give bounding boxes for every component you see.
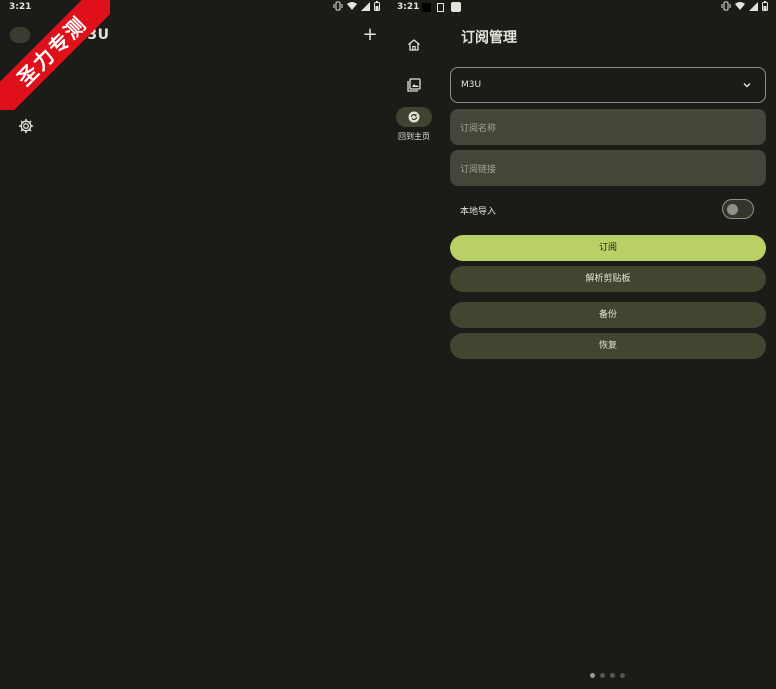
status-bar: 3:21: [0, 0, 388, 16]
page-dot[interactable]: [620, 673, 625, 678]
status-bar: 3:21: [388, 0, 776, 16]
gallery-icon[interactable]: [18, 78, 34, 94]
add-icon[interactable]: +: [362, 26, 378, 44]
watermark-text: 圣力专测: [0, 0, 110, 110]
refresh-icon: [408, 111, 420, 123]
vibrate-icon: [333, 1, 343, 11]
page-indicator: [590, 673, 625, 678]
status-icons: [721, 1, 768, 11]
page-title: M3U: [73, 27, 110, 43]
chevron-down-icon: [743, 83, 751, 88]
battery-icon: [762, 1, 768, 11]
status-icons: [333, 1, 380, 11]
type-select[interactable]: M3U: [450, 67, 766, 103]
watermark-ribbon: 圣力专测: [0, 0, 110, 110]
status-time: 3:21: [9, 2, 32, 12]
parse-clipboard-button[interactable]: 解析剪贴板: [450, 266, 766, 292]
type-select-value: M3U: [461, 80, 482, 90]
left-screen: 3:21 M3U + 圣力专测: [0, 0, 388, 689]
right-screen: 3:21 回到主页 订阅管理 M3U 订阅名称 订阅链接 本地导入 订阅 解析剪…: [388, 0, 776, 689]
rail-item-label: 回到主页: [398, 132, 430, 141]
rail-item-subscriptions[interactable]: [396, 107, 432, 127]
page-dot[interactable]: [600, 673, 605, 678]
signal-icon: [749, 1, 758, 11]
subscription-url-input[interactable]: 订阅链接: [450, 150, 766, 186]
local-import-label: 本地导入: [460, 207, 497, 217]
url-placeholder: 订阅链接: [460, 165, 497, 175]
restore-button[interactable]: 恢复: [450, 333, 766, 359]
battery-icon: [374, 1, 380, 11]
wifi-icon: [347, 2, 357, 10]
subscribe-button[interactable]: 订阅: [450, 235, 766, 261]
notification-square-icon: [422, 3, 431, 12]
notification-sim-icon: [437, 3, 444, 12]
gallery-icon[interactable]: [406, 77, 422, 93]
backup-button[interactable]: 备份: [450, 302, 766, 328]
home-icon[interactable]: [406, 37, 422, 53]
notification-app-icon: [451, 2, 461, 12]
gear-icon[interactable]: [18, 118, 34, 134]
page-dot[interactable]: [610, 673, 615, 678]
subscription-name-input[interactable]: 订阅名称: [450, 109, 766, 145]
avatar-icon[interactable]: [10, 27, 30, 43]
vibrate-icon: [721, 1, 731, 11]
toggle-knob: [727, 203, 738, 215]
page-dot[interactable]: [590, 673, 595, 678]
local-import-toggle[interactable]: [722, 199, 754, 219]
signal-icon: [361, 1, 370, 11]
status-time: 3:21: [397, 2, 420, 12]
wifi-icon: [735, 2, 745, 10]
name-placeholder: 订阅名称: [460, 124, 497, 134]
page-title: 订阅管理: [461, 30, 517, 46]
